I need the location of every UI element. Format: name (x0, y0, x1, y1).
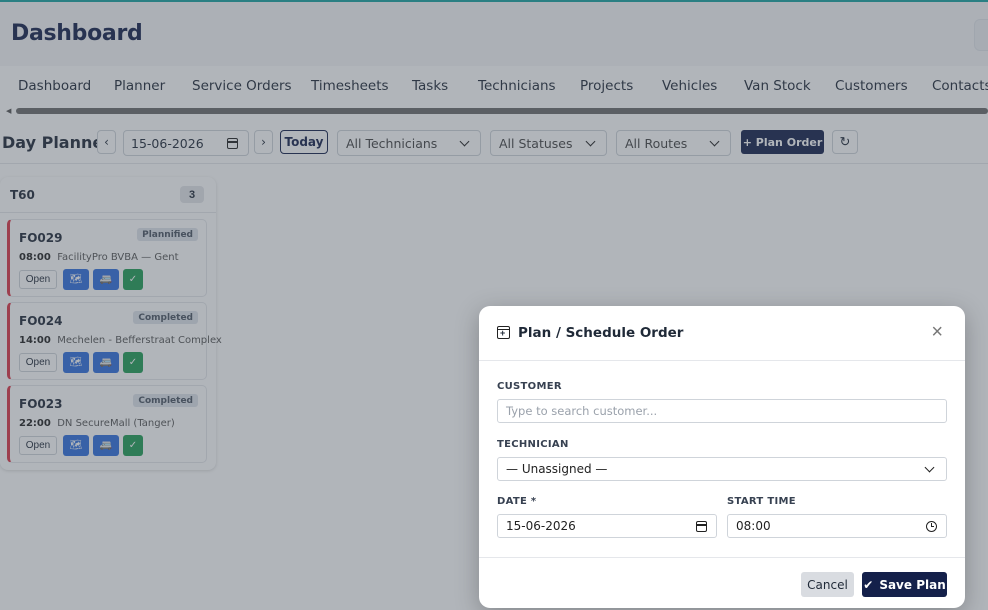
start-time-value: 08:00 (736, 519, 771, 533)
technician-label: TECHNICIAN (497, 439, 569, 450)
modal-footer: Cancel ✔ Save Plan (479, 557, 965, 608)
save-plan-label: Save Plan (879, 577, 946, 592)
modal-title: Plan / Schedule Order (518, 325, 684, 341)
start-time-input[interactable]: 08:00 (727, 514, 947, 538)
save-plan-button[interactable]: ✔ Save Plan (862, 572, 947, 597)
customer-label: CUSTOMER (497, 381, 562, 392)
clock-icon[interactable] (926, 521, 937, 532)
calendar-icon[interactable] (696, 521, 707, 532)
modal-header: Plan / Schedule Order × (479, 306, 965, 361)
close-icon[interactable]: × (931, 322, 943, 342)
calendar-plus-icon (497, 326, 510, 339)
chevron-down-icon (924, 462, 935, 473)
customer-search-input[interactable]: Type to search customer... (497, 399, 947, 423)
start-time-label: START TIME (727, 496, 796, 507)
technician-select-value: — Unassigned — (506, 462, 608, 476)
plan-date-input[interactable]: 15-06-2026 (497, 514, 717, 538)
check-icon: ✔ (863, 577, 874, 592)
date-label: DATE * (497, 496, 537, 507)
plan-order-modal: Plan / Schedule Order × CUSTOMER Type to… (479, 306, 965, 608)
plan-date-value: 15-06-2026 (506, 519, 576, 533)
cancel-button[interactable]: Cancel (801, 572, 854, 597)
technician-select[interactable]: — Unassigned — (497, 457, 947, 481)
